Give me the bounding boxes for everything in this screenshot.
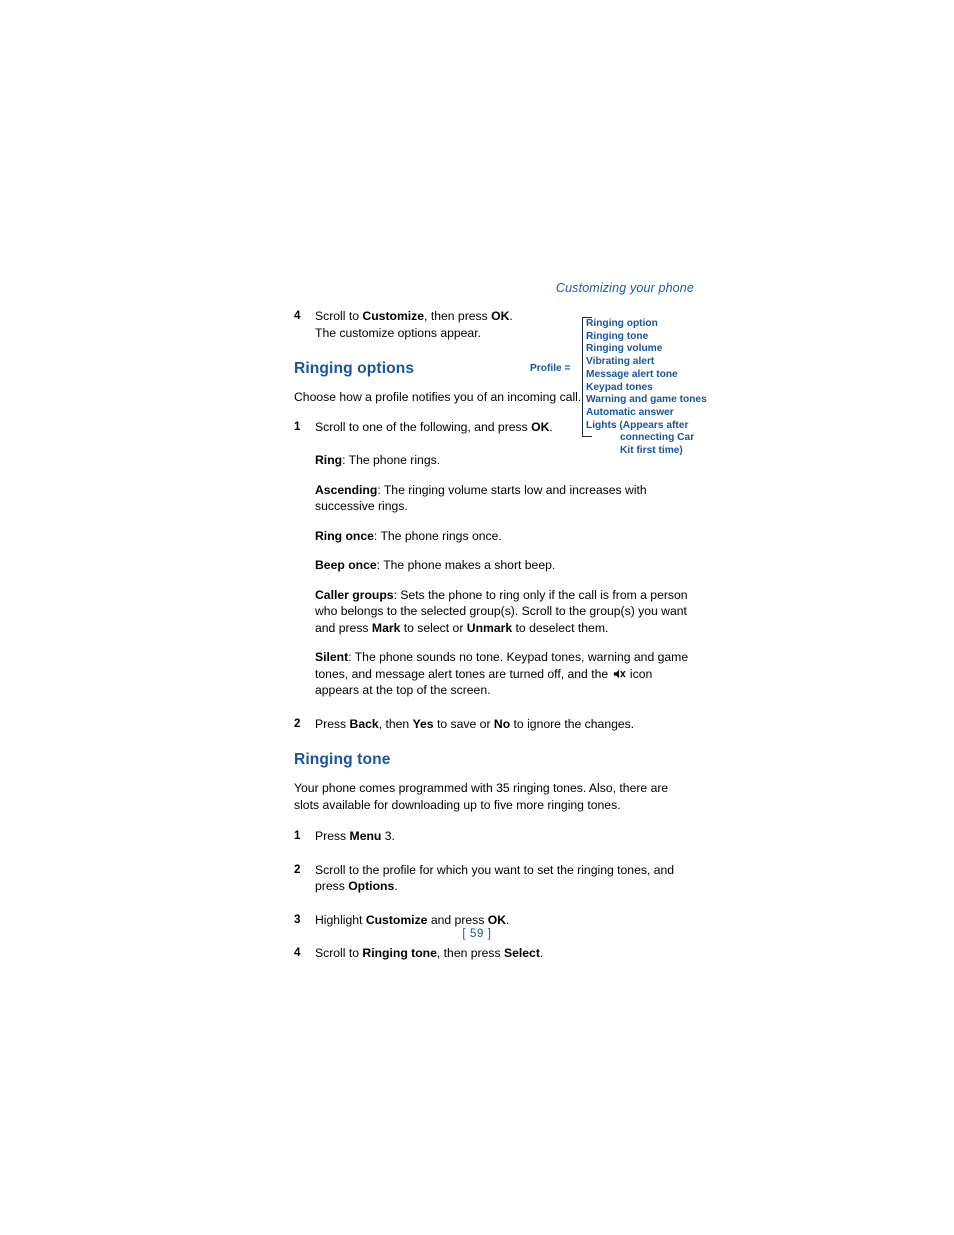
step-text-post: . [539,946,544,960]
step-text: Scroll to Ringing tone, then press Selec… [315,945,694,962]
step-number: 3 [294,912,301,926]
definition-ring-once: Ring once: The phone rings once. [315,528,694,545]
step-text-post: . [509,309,513,323]
step-text-pre: Scroll to [315,946,363,960]
list-item: Automatic answer [586,406,674,418]
definition-term: Caller groups [315,587,394,602]
definition-beep-once: Beep once: The phone makes a short beep. [315,557,694,574]
step-text-pre: Scroll to one of the following, and pres… [315,419,532,434]
diagram-item-list: Ringing option Ringing tone Ringing volu… [586,318,954,458]
definition-silent: Silent: The phone sounds no tone. Keypad… [315,649,694,699]
step-number: 2 [294,862,301,876]
step-bold-menu: Menu [349,829,382,843]
step-bold-no: No [493,716,511,731]
step-text-line2: The customize options appear. [315,325,481,340]
definition-bold-unmark: Unmark [466,620,513,635]
step-text-pre: Highlight [315,912,366,927]
step-text-mid: , then press [436,946,504,960]
definition-term: Ascending [315,482,378,497]
step-item: 2 Press Back, then Yes to save or No to … [294,716,694,733]
list-item: Ringing option [586,318,658,329]
definition-ascending: Ascending: The ringing volume starts low… [315,482,694,515]
step-bold-customize: Customize [365,912,428,927]
manual-page: Customizing your phone 4 Scroll to Custo… [0,0,954,1235]
definition-term: Silent [315,650,349,664]
definition-term: Ring [315,453,343,467]
list-item: Message alert tone [586,368,678,380]
step-text: Scroll to the profile for which you want… [315,862,694,895]
step-item: 2 Scroll to the profile for which you wa… [294,862,694,895]
definition-text: : The phone rings. [342,453,441,467]
list-item-continuation: connecting Car [620,432,695,444]
step-text: Press Menu 3. [315,828,694,845]
definition-text-part3: to deselect them. [512,620,609,635]
step-number: 1 [294,419,301,433]
step-bold-ok: OK [487,912,507,927]
definition-text: : The phone makes a short beep. [376,558,556,572]
silent-mute-icon [613,668,626,680]
step-bold-options: Options [348,879,395,893]
step-text-mid: , then press [424,309,492,323]
step-text-post: . [394,879,398,893]
definition-term: Ring once [315,528,374,543]
step-item: 1 Press Menu 3. [294,828,694,845]
step-bold-back: Back [349,716,379,731]
definition-bold-mark: Mark [371,620,401,635]
diagram-label-profile: Profile = [530,363,571,374]
step-number: 4 [294,309,301,322]
profile-options-diagram: Profile = Ringing option Ringing tone Ri… [530,313,954,473]
step-text-pre: Scroll to [315,309,363,323]
step-number: 2 [294,716,301,730]
list-item: Lights (Appears after [586,419,689,431]
step-text-pre: Press [315,716,350,731]
list-item: Ringing tone [586,330,649,342]
step-number: 1 [294,829,301,842]
step-bold-yes: Yes [412,716,434,731]
step-text: Press Back, then Yes to save or No to ig… [315,716,694,733]
list-item-continuation: Kit first time) [620,445,683,457]
list-item: Vibrating alert [586,356,655,368]
step-text-pre: Press [315,829,350,843]
list-item: Ringing volume [586,343,663,355]
list-item: Keypad tones [586,381,653,393]
list-item: Warning and game tones [586,394,707,406]
step-text-mid2: to save or [433,716,494,731]
step-bold-ringing-tone: Ringing tone [362,946,437,960]
section-heading-ringing-tone: Ringing tone [294,751,391,768]
step-text: Highlight Customize and press OK. [315,912,694,929]
step-text-bold-2: OK [491,309,510,323]
step-number: 4 [294,946,301,959]
page-number: [ 59 ] [462,928,492,940]
definition-term: Beep once [315,558,377,572]
step-bold-select: Select [503,946,540,960]
step-text-mid1: , then [378,716,413,731]
step-item: 4 Scroll to Ringing tone, then press Sel… [294,945,694,962]
running-head: Customizing your phone [555,281,694,295]
definition-text-part2: to select or [400,620,467,635]
step-text-post: 3. [381,829,395,843]
step-item: 3 Highlight Customize and press OK. [294,912,694,929]
definition-text: : The phone rings once. [373,528,502,543]
step-text-mid: and press [427,912,488,927]
ringing-tone-intro: Your phone comes programmed with 35 ring… [294,781,669,812]
definition-caller-groups: Caller groups: Sets the phone to ring on… [315,587,694,637]
step-text-bold: Customize [362,309,425,323]
step-text-post: to ignore the changes. [510,716,635,731]
step-text-post: . [506,912,510,927]
